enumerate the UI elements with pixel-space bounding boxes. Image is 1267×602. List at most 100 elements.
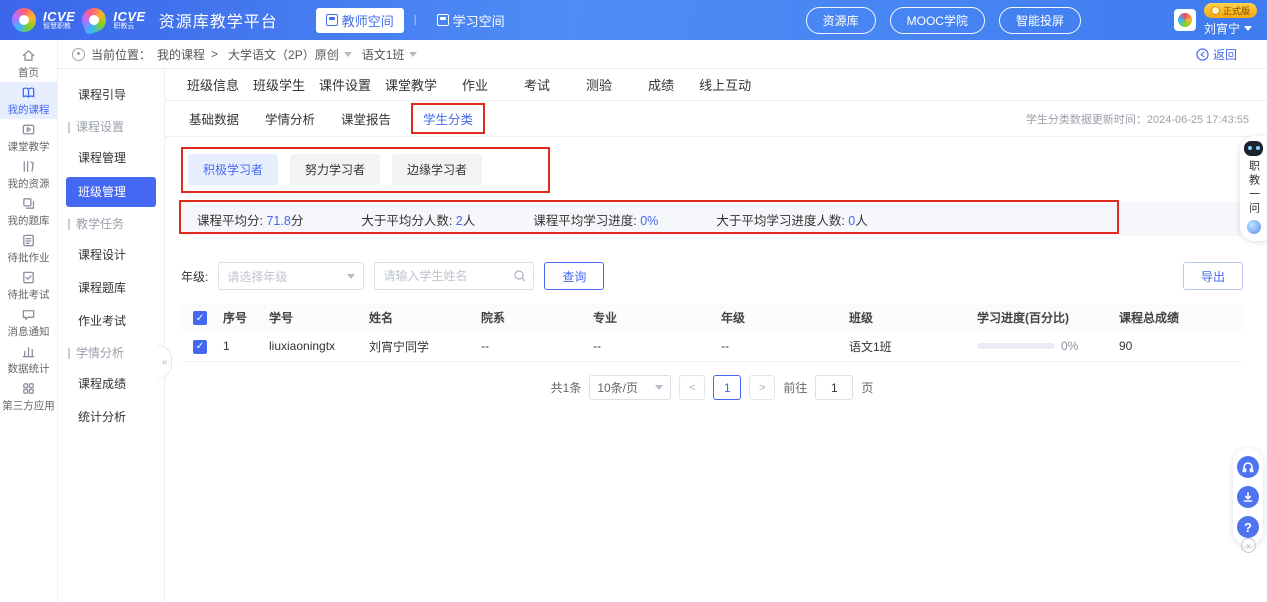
tab-homework[interactable]: 作业	[451, 75, 499, 94]
progress-bar	[977, 343, 1055, 349]
class-selector[interactable]: 语文1班	[362, 46, 418, 63]
mooc-college-button[interactable]: MOOC学院	[890, 7, 985, 34]
class-name: 语文1班	[362, 46, 405, 63]
smart-cast-button[interactable]: 智能投屏	[999, 7, 1081, 34]
sidebar-item-my-courses[interactable]: 我的课程	[0, 82, 57, 119]
breadcrumb-my-courses[interactable]: 我的课程	[157, 46, 205, 63]
submenu-course-design[interactable]: 课程设计	[58, 239, 164, 272]
select-all-checkbox[interactable]	[193, 311, 207, 325]
tab-grades[interactable]: 成绩	[637, 75, 685, 94]
download-icon	[1241, 490, 1255, 504]
chevron-down-icon	[1244, 26, 1252, 31]
sidebar-item-third-party-apps[interactable]: 第三方应用	[0, 378, 57, 415]
space-divider: |	[414, 14, 417, 26]
submenu-course-guide[interactable]: 课程引导	[58, 79, 164, 112]
logo1-brand: ICVE	[43, 10, 75, 23]
export-button[interactable]: 导出	[1183, 262, 1243, 290]
location-icon	[72, 48, 85, 61]
tab-online-interaction[interactable]: 线上互动	[699, 75, 751, 94]
page-size-select[interactable]: 10条/页	[589, 375, 671, 400]
sidebar-item-home[interactable]: 首页	[0, 45, 57, 82]
sidebar-item-pending-homework[interactable]: 待批作业	[0, 230, 57, 267]
row-checkbox[interactable]	[193, 340, 207, 354]
col-grade: 年级	[721, 309, 849, 326]
stat-value: 2	[456, 214, 463, 228]
stat-label: 课程平均学习进度:	[533, 214, 636, 228]
sidebar-item-label: 待批考试	[8, 287, 50, 302]
col-major: 专业	[593, 309, 721, 326]
stat-label: 大于平均学习进度人数:	[716, 214, 844, 228]
customer-service-button[interactable]	[1237, 456, 1259, 478]
sidebar-item-statistics[interactable]: 数据统计	[0, 341, 57, 378]
resource-library-button[interactable]: 资源库	[806, 7, 876, 34]
data-update-time: 学生分类数据更新时间：2024-06-25 17:43:55	[1026, 111, 1267, 127]
stat-above-average-progress-count: 大于平均学习进度人数: 0人	[716, 210, 867, 229]
search-toolbar: 年级: 请选择年级 查询 导出	[181, 262, 1243, 290]
breadcrumb-prefix: 当前位置：	[91, 46, 151, 63]
submenu-course-question-bank[interactable]: 课程题库	[58, 272, 164, 305]
submenu-course-management[interactable]: 课程管理	[58, 142, 164, 175]
prev-page-button[interactable]: <	[679, 375, 705, 400]
homework-doc-icon	[21, 233, 36, 248]
student-name-input[interactable]	[374, 262, 534, 290]
assistant-tab[interactable]: 职教一问	[1240, 136, 1267, 241]
teacher-space-tab[interactable]: 教师空间	[316, 8, 404, 33]
chevron-down-icon	[409, 52, 417, 57]
col-total-score: 课程总成绩	[1119, 309, 1215, 326]
logo-group: ICVE 智慧职教 ICVE 职教云 资源库教学平台	[12, 8, 278, 32]
grade-select[interactable]: 请选择年级	[218, 262, 364, 290]
logo2-brand: ICVE	[113, 10, 145, 23]
col-name: 姓名	[369, 309, 481, 326]
sidebar-item-pending-exams[interactable]: 待批考试	[0, 267, 57, 304]
filter-active-learners[interactable]: 积极学习者	[188, 154, 278, 185]
user-area[interactable]: 正式版 刘宵宁	[1174, 0, 1257, 40]
subtab-learning-analysis[interactable]: 学情分析	[259, 106, 321, 131]
tab-class-students[interactable]: 班级学生	[253, 75, 305, 94]
apps-grid-icon	[21, 381, 36, 396]
course-selector[interactable]: 大学语文（2P）原创	[228, 46, 352, 63]
cell-class: 语文1班	[849, 338, 977, 355]
subtab-basic-data[interactable]: 基础数据	[183, 106, 245, 131]
filter-marginal-learners[interactable]: 边缘学习者	[392, 154, 482, 185]
logo2-sub: 职教云	[113, 23, 145, 30]
sidebar-item-my-question-bank[interactable]: 我的题库	[0, 193, 57, 230]
tab-exam[interactable]: 考试	[513, 75, 561, 94]
space-nav: 教师空间 | 学习空间	[316, 8, 515, 33]
cell-grade: --	[721, 339, 849, 353]
tab-quiz[interactable]: 测验	[575, 75, 623, 94]
subtab-class-report[interactable]: 课堂报告	[335, 106, 397, 131]
close-toolbar-button[interactable]	[1241, 538, 1256, 553]
submenu-statistical-analysis[interactable]: 统计分析	[58, 401, 164, 434]
avatar[interactable]	[1174, 9, 1196, 31]
filter-hardworking-learners[interactable]: 努力学习者	[290, 154, 380, 185]
app-window: ICVE 智慧职教 ICVE 职教云 资源库教学平台 教师空间 | 学习空间 资…	[0, 0, 1267, 602]
submenu-group-teaching-tasks: 教学任务	[58, 209, 164, 239]
subtab-student-classification[interactable]: 学生分类	[411, 103, 485, 134]
student-space-tab[interactable]: 学习空间	[427, 8, 515, 33]
sidebar-item-label: 课堂教学	[8, 139, 50, 154]
submenu-course-score[interactable]: 课程成绩	[58, 368, 164, 401]
course-name: 大学语文（2P）原创	[228, 46, 339, 63]
col-seq: 序号	[223, 309, 269, 326]
user-menu[interactable]: 刘宵宁	[1204, 20, 1252, 37]
help-button[interactable]	[1237, 516, 1259, 538]
submenu-class-management[interactable]: 班级管理	[66, 177, 156, 207]
sidebar-item-messages[interactable]: 消息通知	[0, 304, 57, 341]
tab-class-info[interactable]: 班级信息	[187, 75, 239, 94]
next-page-button[interactable]: >	[749, 375, 775, 400]
sidebar-item-label: 我的课程	[8, 102, 50, 117]
submenu-homework-exam[interactable]: 作业考试	[58, 305, 164, 338]
tab-courseware-settings[interactable]: 课件设置	[319, 75, 371, 94]
download-button[interactable]	[1237, 486, 1259, 508]
pagination: 共1条 10条/页 < 1 > 前往 页	[181, 375, 1243, 400]
back-button[interactable]: 返回	[1196, 46, 1253, 63]
goto-page-input[interactable]	[815, 375, 853, 400]
page-number-button[interactable]: 1	[713, 375, 741, 400]
query-button[interactable]: 查询	[544, 262, 604, 290]
user-info: 正式版 刘宵宁	[1204, 3, 1257, 37]
sidebar-item-classroom-teaching[interactable]: 课堂教学	[0, 119, 57, 156]
headset-icon	[1241, 460, 1255, 474]
search-icon	[513, 269, 527, 283]
sidebar-item-my-resources[interactable]: 我的资源	[0, 156, 57, 193]
tab-classroom-teaching[interactable]: 课堂教学	[385, 75, 437, 94]
